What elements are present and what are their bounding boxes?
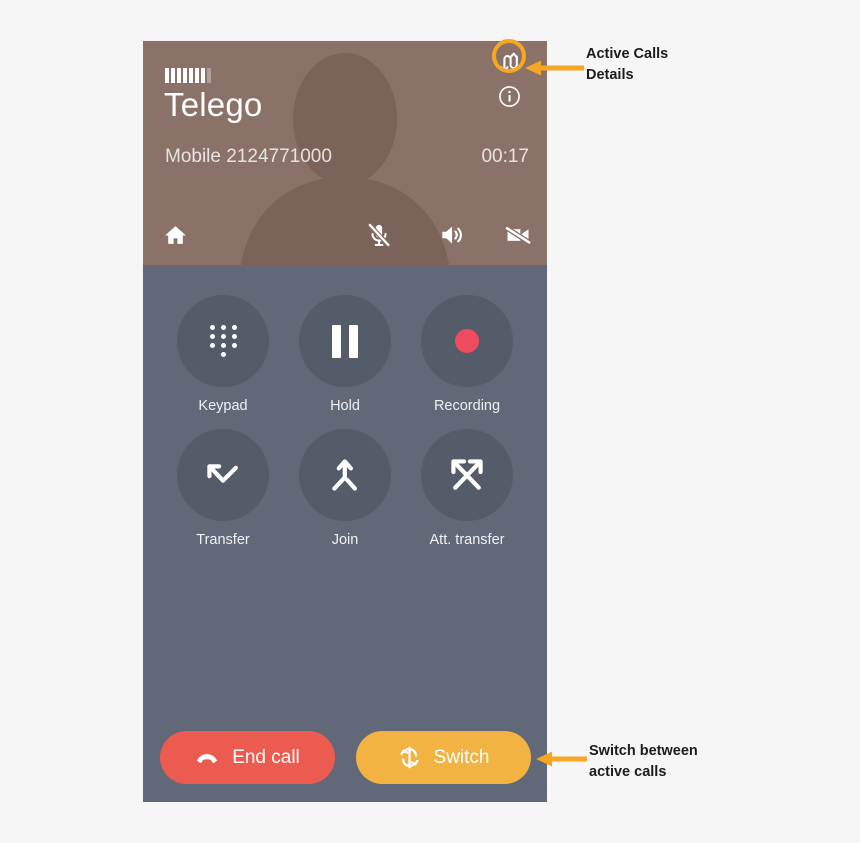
recording-button[interactable]	[421, 295, 513, 387]
caller-number: Mobile 2124771000	[165, 146, 332, 167]
record-dot-icon	[455, 329, 479, 353]
home-icon	[164, 225, 186, 244]
call-end-icon	[197, 753, 218, 763]
att-transfer-action[interactable]: Att. transfer	[421, 429, 513, 548]
transfer-label: Transfer	[196, 532, 250, 548]
end-call-label: End call	[232, 746, 300, 768]
speaker-button[interactable]	[431, 215, 471, 255]
annotation-bottom-label: Switch between active calls	[589, 743, 698, 780]
call-transfer-icon	[207, 464, 238, 483]
att-transfer-button[interactable]	[421, 429, 513, 521]
join-action[interactable]: Join	[299, 429, 391, 548]
video-off-icon	[504, 225, 532, 246]
annotation-arrow-top	[525, 60, 584, 76]
call-merge-icon	[332, 459, 358, 491]
info-circle-icon	[498, 85, 520, 107]
home-button[interactable]	[155, 215, 195, 255]
media-control-bar	[143, 207, 547, 265]
pause-icon	[332, 324, 358, 358]
keypad-action[interactable]: Keypad	[177, 295, 269, 414]
call-header: Telego Mobile 2124771000 00:17	[143, 41, 547, 265]
action-row: Transfer Join Att. transfer	[143, 429, 547, 548]
recording-action[interactable]: Recording	[421, 295, 513, 414]
attended-transfer-icon	[451, 459, 483, 490]
action-row: Keypad Hold Recording	[143, 295, 547, 414]
recording-label: Recording	[433, 398, 501, 414]
end-call-button[interactable]: End call	[159, 731, 335, 784]
speaker-icon	[442, 226, 462, 244]
att-transfer-label: Att. transfer	[429, 532, 505, 548]
hold-button[interactable]	[299, 295, 391, 387]
phone-screen: Telego Mobile 2124771000 00:17 Keypad Ho…	[143, 41, 547, 802]
hold-label: Hold	[330, 398, 360, 414]
switch-label: Switch	[433, 746, 490, 768]
transfer-button[interactable]	[177, 429, 269, 521]
video-button[interactable]	[498, 215, 538, 255]
signal-strength-icon	[165, 67, 211, 83]
annotation-highlight-circle	[492, 39, 526, 73]
transfer-action[interactable]: Transfer	[177, 429, 269, 548]
mic-muted-icon	[367, 222, 391, 248]
annotation-arrow-bottom	[536, 751, 587, 767]
call-actions-grid: Keypad Hold Recording Transfer Join Att.…	[143, 265, 547, 563]
switch-call-button[interactable]: Switch	[355, 731, 531, 784]
sync-arrows-icon	[399, 746, 419, 769]
annotation-top-label: Active Calls Details	[586, 46, 669, 83]
join-button[interactable]	[299, 429, 391, 521]
call-duration: 00:17	[481, 146, 529, 167]
mute-button[interactable]	[359, 215, 399, 255]
info-button[interactable]	[497, 84, 521, 108]
caller-name: Telego	[164, 86, 263, 123]
keypad-icon	[208, 324, 238, 358]
keypad-label: Keypad	[198, 398, 248, 414]
header-content: Telego Mobile 2124771000 00:17	[143, 41, 547, 265]
hold-action[interactable]: Hold	[299, 295, 391, 414]
call-action-buttons: End call Switch	[143, 731, 547, 784]
join-label: Join	[331, 532, 359, 548]
keypad-button[interactable]	[177, 295, 269, 387]
